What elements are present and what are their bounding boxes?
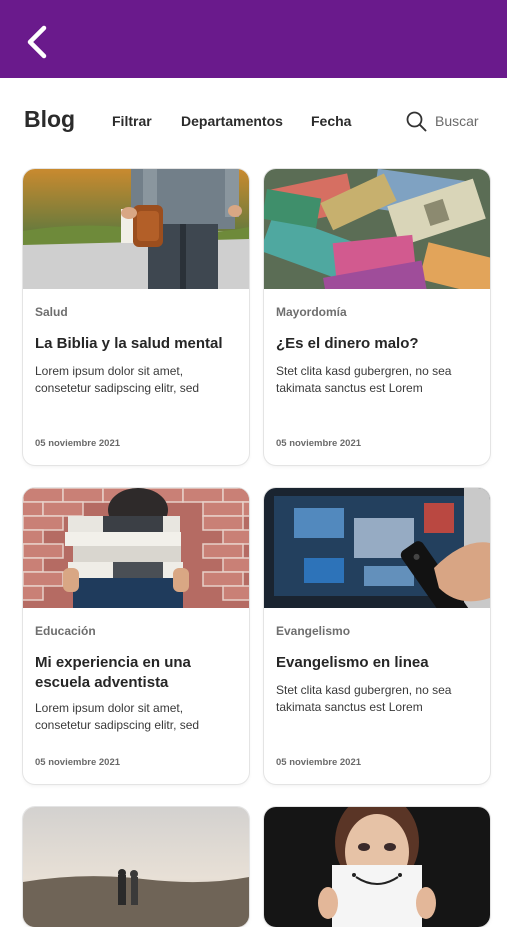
card-category: Educación xyxy=(35,624,96,638)
back-button[interactable] xyxy=(22,22,56,62)
card-date: 05 noviembre 2021 xyxy=(276,438,362,449)
tv-remote-image xyxy=(264,488,490,608)
blog-card[interactable] xyxy=(264,807,490,927)
card-excerpt: Stet clita kasd gubergren, no sea takima… xyxy=(276,364,452,395)
card-category: Salud xyxy=(35,305,68,319)
woman-with-smile-sign-image xyxy=(264,807,490,927)
couple-walking-image xyxy=(23,807,249,927)
card-title: ¿Es el dinero malo? xyxy=(276,335,419,352)
card-title: La Biblia y la salud mental xyxy=(35,335,223,352)
filter-button[interactable]: Filtrar xyxy=(112,113,152,129)
man-holding-bible-image xyxy=(23,169,249,289)
page-title: Blog xyxy=(24,106,76,132)
card-excerpt: Lorem ipsum dolor sit amet, consetetur s… xyxy=(35,364,200,395)
card-category: Evangelismo xyxy=(276,624,351,638)
card-date: 05 noviembre 2021 xyxy=(35,757,121,768)
filter-bar: Blog Filtrar Departamentos Fecha Buscar xyxy=(0,78,507,166)
chevron-left-icon xyxy=(27,25,47,59)
search-placeholder: Buscar xyxy=(435,113,479,129)
card-title: Mi experiencia en una escuela adventista xyxy=(35,654,191,691)
blog-card[interactable] xyxy=(23,807,249,927)
card-date: 05 noviembre 2021 xyxy=(276,757,362,768)
search-input[interactable]: Buscar xyxy=(406,109,479,133)
stack-of-books-image xyxy=(23,488,249,608)
departments-button[interactable]: Departamentos xyxy=(181,113,283,129)
card-excerpt: Stet clita kasd gubergren, no sea takima… xyxy=(276,683,452,714)
card-title: Evangelismo en linea xyxy=(276,654,429,671)
blog-card[interactable]: Salud La Biblia y la salud mental Lorem … xyxy=(23,169,249,465)
date-button[interactable]: Fecha xyxy=(311,113,351,129)
banknotes-image xyxy=(264,169,490,289)
card-category: Mayordomía xyxy=(276,305,347,319)
app-header xyxy=(0,0,507,78)
card-date: 05 noviembre 2021 xyxy=(35,438,121,449)
blog-card[interactable]: Educación Mi experiencia en una escuela … xyxy=(23,488,249,784)
blog-card[interactable]: Evangelismo Evangelismo en linea Stet cl… xyxy=(264,488,490,784)
search-icon xyxy=(406,111,427,131)
blog-card[interactable]: Mayordomía ¿Es el dinero malo? Stet clit… xyxy=(264,169,490,465)
card-excerpt: Lorem ipsum dolor sit amet, consetetur s… xyxy=(35,701,200,732)
